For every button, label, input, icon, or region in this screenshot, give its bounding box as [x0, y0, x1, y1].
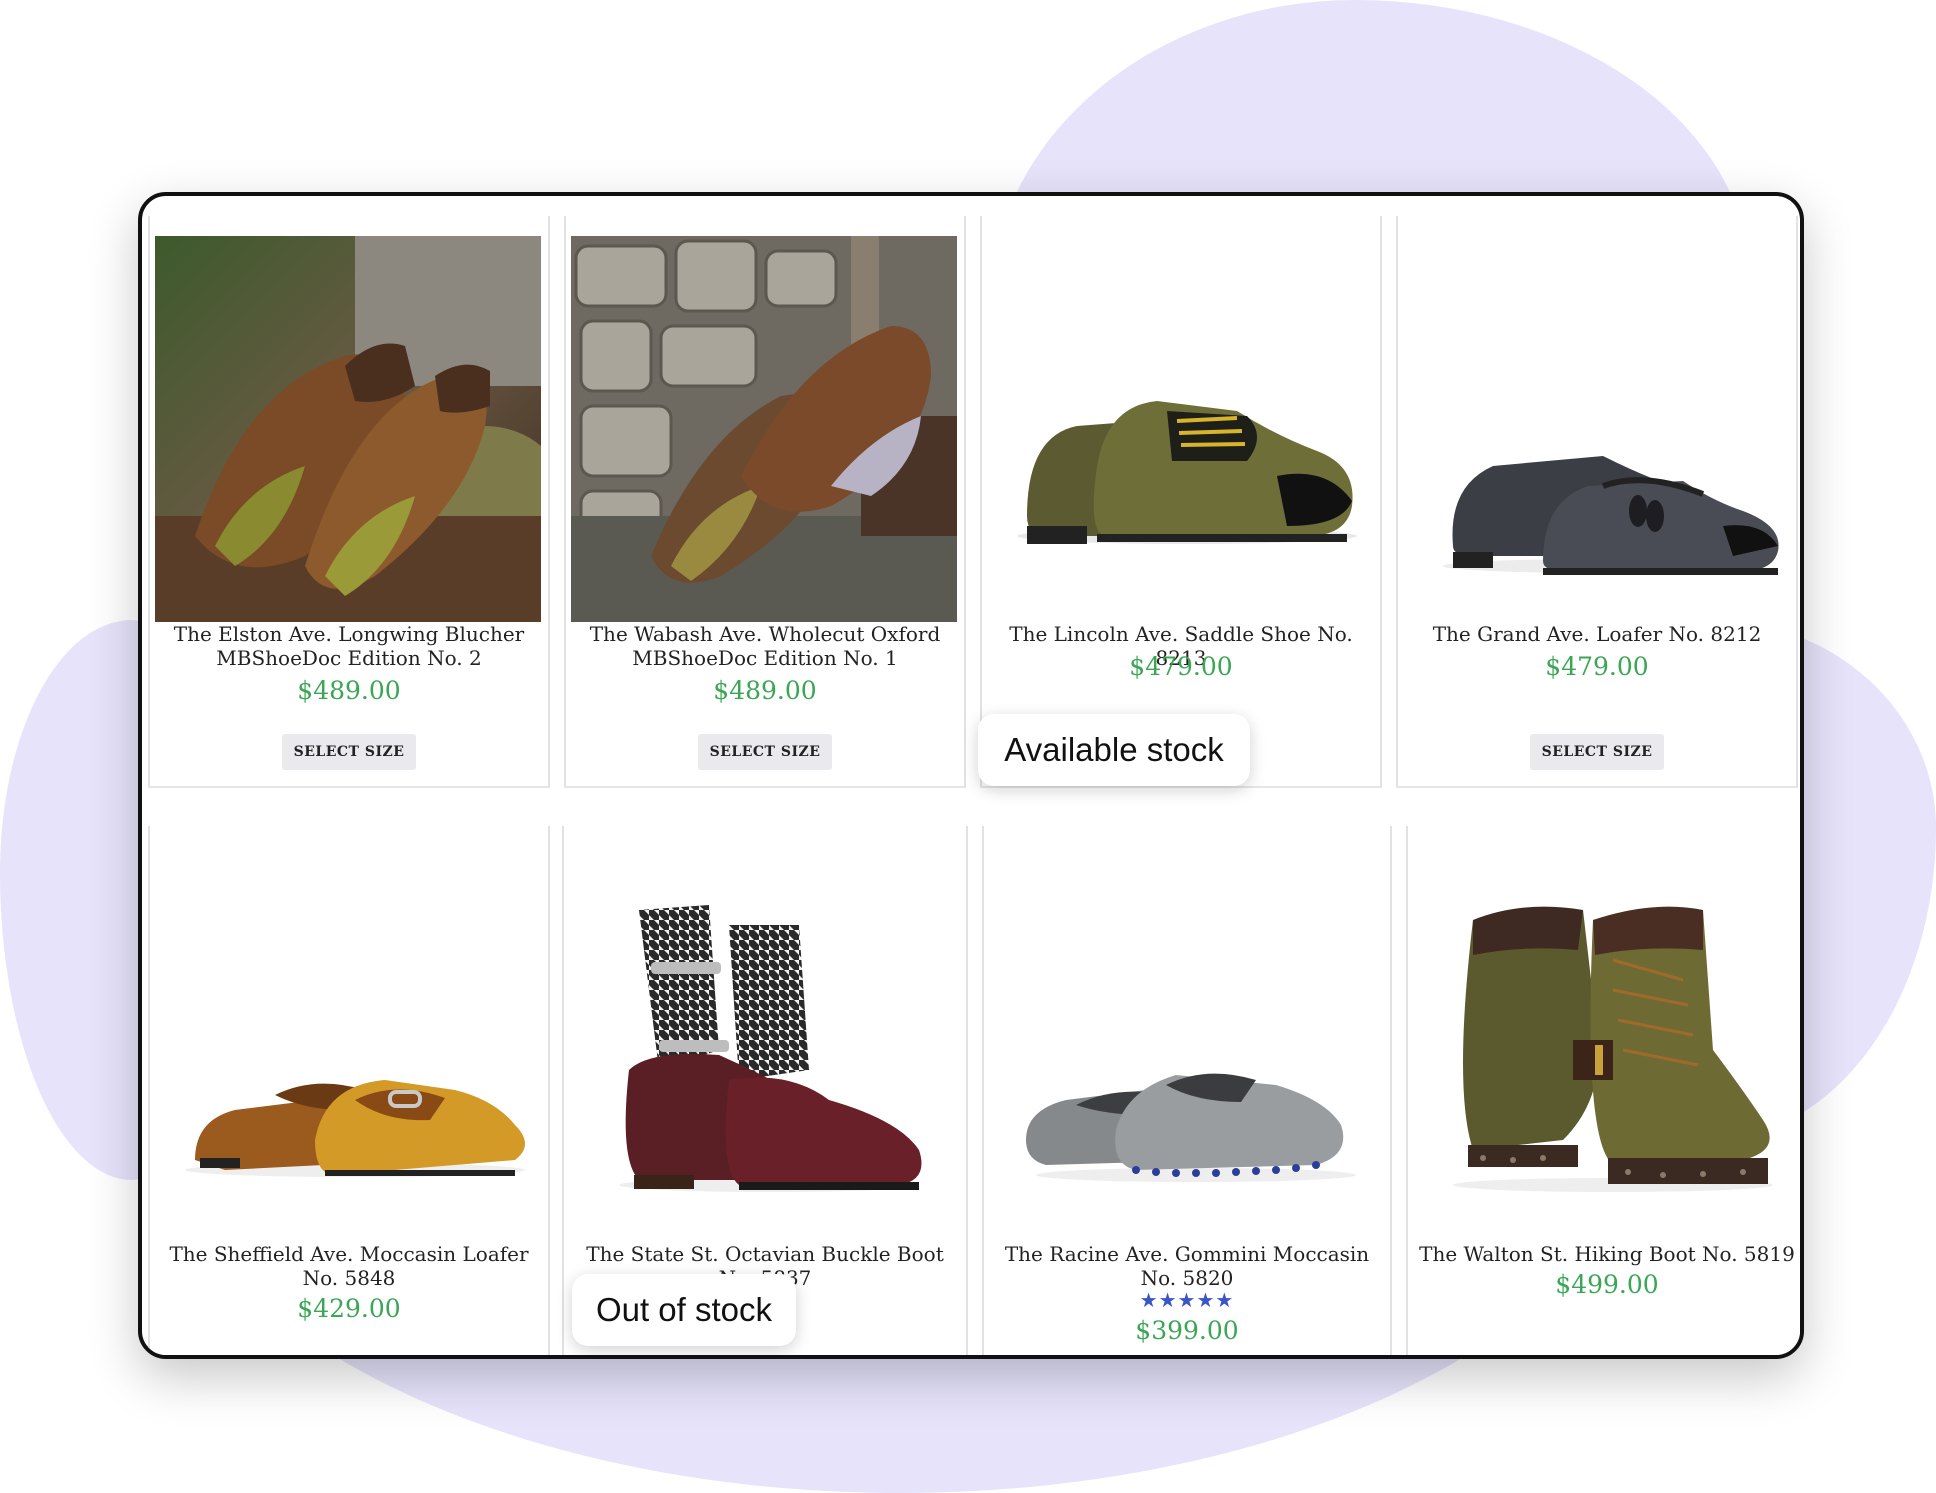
product-grid-window: The Elston Ave. Longwing Blucher MBShoeD… — [138, 192, 1804, 1359]
product-image[interactable] — [571, 236, 957, 622]
product-image[interactable] — [1413, 840, 1799, 1226]
product-card[interactable]: The Elston Ave. Longwing Blucher MBShoeD… — [148, 216, 550, 788]
product-price: $489.00 — [713, 676, 817, 705]
product-image[interactable] — [996, 840, 1382, 1226]
select-size-button[interactable]: SELECT SIZE — [282, 734, 416, 770]
product-title[interactable]: The Wabash Ave. Wholecut Oxford MBShoeDo… — [570, 622, 960, 670]
product-price: $479.00 — [1129, 652, 1233, 681]
product-title[interactable]: The Grand Ave. Loafer No. 8212 — [1402, 622, 1792, 646]
product-image[interactable] — [155, 236, 541, 622]
out-of-stock-callout: Out of stock — [572, 1274, 796, 1346]
product-title[interactable]: The Sheffield Ave. Moccasin Loafer No. 5… — [154, 1242, 544, 1290]
product-card[interactable]: The Wabash Ave. Wholecut Oxford MBShoeDo… — [564, 216, 966, 788]
product-title[interactable]: The Walton St. Hiking Boot No. 5819 — [1412, 1242, 1800, 1266]
product-title[interactable]: The Elston Ave. Longwing Blucher MBShoeD… — [154, 622, 544, 670]
product-price: $479.00 — [1545, 652, 1649, 681]
product-title[interactable]: The Racine Ave. Gommini Moccasin No. 582… — [988, 1242, 1386, 1290]
product-card[interactable]: The Grand Ave. Loafer No. 8212 $479.00 S… — [1396, 216, 1798, 788]
product-price: $489.00 — [297, 676, 401, 705]
product-card[interactable]: The Sheffield Ave. Moccasin Loafer No. 5… — [148, 826, 550, 1355]
product-image[interactable] — [569, 840, 955, 1226]
product-image[interactable] — [155, 840, 541, 1226]
product-price: $429.00 — [297, 1294, 401, 1323]
product-card[interactable]: The Walton St. Hiking Boot No. 5819 $499… — [1406, 826, 1800, 1355]
product-price: $499.00 — [1555, 1270, 1659, 1299]
product-card[interactable]: The Lincoln Ave. Saddle Shoe No. 8213 $4… — [980, 216, 1382, 788]
product-price: $399.00 — [1135, 1316, 1239, 1345]
available-stock-callout: Available stock — [978, 714, 1250, 786]
select-size-button[interactable]: SELECT SIZE — [698, 734, 832, 770]
rating-stars: ★★★★★ — [1139, 1288, 1235, 1312]
product-card[interactable]: The Racine Ave. Gommini Moccasin No. 582… — [982, 826, 1392, 1355]
product-image[interactable] — [987, 236, 1373, 622]
select-size-button[interactable]: SELECT SIZE — [1530, 734, 1664, 770]
product-image[interactable] — [1403, 236, 1789, 622]
